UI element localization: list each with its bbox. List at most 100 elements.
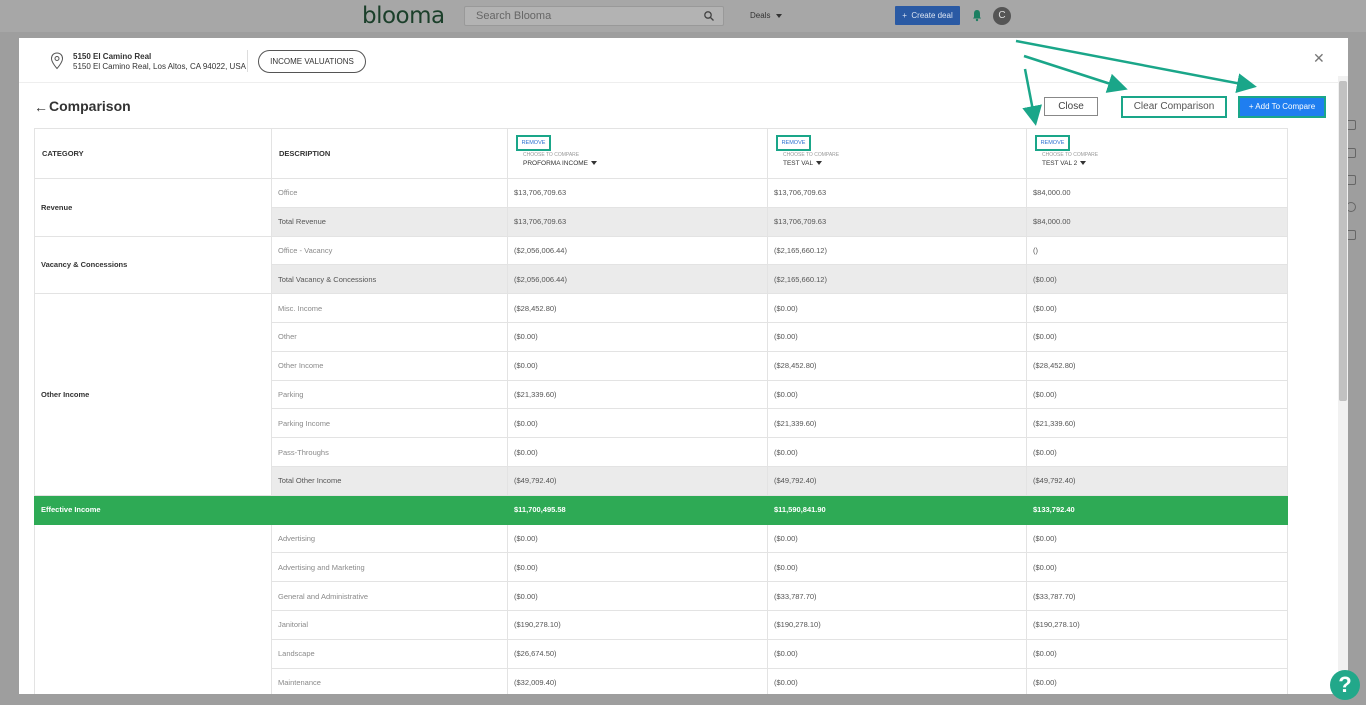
table-row: Other Income Misc. Income ($28,452.80) ($0.… [34, 293, 1288, 496]
search-placeholder: Search Blooma [476, 10, 552, 22]
caret-down-icon [816, 161, 823, 166]
value-cell: $13,706,709.63 [767, 206, 1027, 237]
value-cell: ($0.00) [1026, 264, 1288, 295]
comparison-table: CATEGORY DESCRIPTION REMOVE CHOOSE TO CO… [34, 128, 1288, 694]
description-cell: Parking [271, 379, 508, 410]
category-header: CATEGORY [34, 128, 272, 179]
value-cell: $13,706,709.63 [507, 206, 768, 237]
remove-button[interactable]: REMOVE [516, 135, 551, 151]
choose-to-compare-label: CHOOSE TO COMPARE [523, 152, 580, 158]
property-address: 5150 El Camino Real, Los Altos, CA 94022… [73, 62, 246, 71]
income-valuations-tab[interactable]: INCOME VALUATIONS [258, 50, 366, 73]
value-cell: ($2,056,006.44) [507, 235, 768, 266]
valuation-select[interactable]: TEST VAL 2 [1042, 160, 1098, 167]
value-cell: ($33,787.70) [767, 581, 1027, 611]
scrollbar-thumb[interactable] [1339, 81, 1347, 401]
value-cell: ($26,674.50) [507, 638, 768, 669]
comparison-modal: 5150 El Camino Real 5150 El Camino Real,… [19, 38, 1348, 694]
value-cell: ($0.00) [1026, 437, 1288, 467]
location-pin-icon [50, 52, 64, 70]
page-title: Comparison [49, 98, 131, 114]
choose-to-compare-label: CHOOSE TO COMPARE [783, 152, 840, 158]
description-cell: Total Vacancy & Concessions [271, 264, 508, 295]
effective-income-row: Effective Income $11,700,495.58 $11,590,84… [34, 494, 1288, 525]
value-cell: $84,000.00 [1026, 178, 1288, 208]
back-arrow-icon[interactable]: ← [34, 99, 48, 115]
value-cell: ($49,792.40) [767, 465, 1027, 496]
value-cell: ($0.00) [767, 293, 1027, 323]
value-cell: ($190,278.10) [1026, 609, 1288, 640]
caret-down-icon [1080, 161, 1087, 166]
value-cell: $11,590,841.90 [767, 494, 1027, 525]
remove-button[interactable]: REMOVE [776, 135, 811, 151]
description-cell: Office [271, 178, 508, 208]
create-deal-button[interactable]: + Create deal [895, 6, 960, 25]
value-cell: $84,000.00 [1026, 206, 1288, 237]
description-cell: Advertising [271, 523, 508, 554]
table-header-row: CATEGORY DESCRIPTION REMOVE CHOOSE TO CO… [34, 128, 1288, 179]
search-icon[interactable] [703, 10, 715, 22]
description-header: DESCRIPTION [271, 128, 508, 179]
table-row: Revenue Office $13,706,709.63 $13,706,709.6… [34, 178, 1288, 237]
top-app-bar: blooma Search Blooma Deals + Create deal… [0, 0, 1366, 32]
value-cell: ($2,165,660.12) [767, 235, 1027, 266]
table-row: Advertising ($0.00) ($0.00) ($0.00) [34, 523, 1288, 694]
value-cell: ($2,056,006.44) [507, 264, 768, 295]
value-cell: ($0.00) [507, 581, 768, 611]
valuation-select[interactable]: PROFORMA INCOME [523, 160, 598, 167]
value-cell: ($28,452.80) [1026, 350, 1288, 381]
help-button[interactable]: ? [1330, 670, 1360, 700]
value-cell: ($0.00) [507, 552, 768, 583]
bell-icon[interactable] [970, 8, 984, 22]
value-cell: ($190,278.10) [507, 609, 768, 640]
value-cell: ($28,452.80) [507, 293, 768, 323]
value-cell: ($0.00) [767, 552, 1027, 583]
value-cell: ($0.00) [507, 523, 768, 554]
valuation-select[interactable]: TEST VAL [783, 160, 839, 167]
value-cell: ($49,792.40) [507, 465, 768, 496]
close-button[interactable]: Close [1044, 97, 1098, 116]
value-cell: $133,792.40 [1026, 494, 1288, 525]
divider [247, 50, 248, 72]
value-cell: ($49,792.40) [1026, 465, 1288, 496]
description-cell: Parking Income [271, 408, 508, 439]
category-cell: Vacancy & Concessions [34, 235, 272, 295]
value-cell: ($190,278.10) [767, 609, 1027, 640]
value-cell: ($0.00) [1026, 552, 1288, 583]
description-cell: Total Revenue [271, 206, 508, 237]
description-cell: Landscape [271, 638, 508, 669]
effective-income-label: Effective Income [34, 494, 508, 525]
close-icon[interactable]: ✕ [1313, 50, 1325, 67]
choose-to-compare-label: CHOOSE TO COMPARE [1042, 152, 1099, 158]
clear-comparison-button[interactable]: Clear Comparison [1121, 96, 1227, 118]
modal-header: 5150 El Camino Real 5150 El Camino Real,… [19, 38, 1348, 83]
global-search-input[interactable]: Search Blooma [464, 6, 724, 26]
caret-down-icon [591, 161, 598, 166]
value-cell: ($0.00) [767, 667, 1027, 694]
table-row: Vacancy & Concessions Office - Vacancy ($2… [34, 235, 1288, 295]
value-cell: ($0.00) [507, 350, 768, 381]
description-cell: Misc. Income [271, 293, 508, 323]
remove-button[interactable]: REMOVE [1035, 135, 1070, 151]
scrollbar[interactable] [1338, 76, 1348, 694]
description-cell: General and Administrative [271, 581, 508, 611]
value-cell: ($32,009.40) [507, 667, 768, 694]
value-cell: ($0.00) [507, 408, 768, 439]
add-to-compare-button[interactable]: + Add To Compare [1238, 96, 1326, 118]
chevron-down-icon [775, 13, 782, 18]
value-cell: ($21,339.60) [1026, 408, 1288, 439]
value-cell: ($0.00) [507, 321, 768, 352]
blooma-logo[interactable]: blooma [362, 3, 445, 29]
user-avatar[interactable]: C [993, 7, 1011, 25]
value-cell: ($0.00) [1026, 523, 1288, 554]
value-cell: $11,700,495.58 [507, 494, 768, 525]
value-cell: ($21,339.60) [767, 408, 1027, 439]
deals-dropdown[interactable]: Deals [750, 11, 782, 20]
compare-column-header: REMOVE CHOOSE TO COMPARE PROFORMA INCOME [507, 128, 768, 179]
value-cell: ($0.00) [1026, 293, 1288, 323]
category-cell: Revenue [34, 178, 272, 237]
value-cell: ($0.00) [1026, 638, 1288, 669]
value-cell: ($0.00) [1026, 667, 1288, 694]
description-cell: Other Income [271, 350, 508, 381]
description-cell: Maintenance [271, 667, 508, 694]
